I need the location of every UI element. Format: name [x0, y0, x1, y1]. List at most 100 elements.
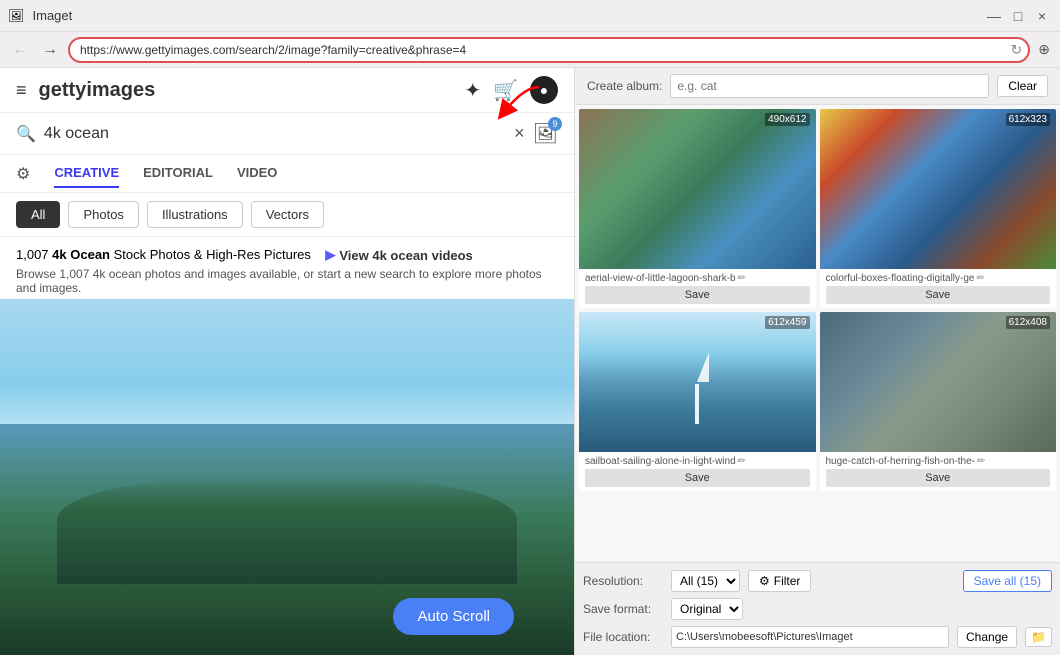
image-info-sailboat: sailboat-sailing-alone-in-light-wind ✏ S… — [579, 452, 816, 491]
tab-video[interactable]: VIDEO — [237, 159, 277, 188]
album-input[interactable] — [670, 74, 989, 98]
format-row: Save format: Original — [583, 595, 1052, 623]
resolution-label: Resolution: — [583, 574, 663, 588]
results-description: Browse 1,007 4k ocean photos and images … — [16, 267, 558, 295]
save-button-colorful[interactable]: Save — [826, 286, 1051, 304]
format-label: Save format: — [583, 602, 663, 616]
filter-icon: ⚙ — [759, 574, 770, 588]
image-dim-sailboat: 612x459 — [765, 316, 809, 329]
video-icon: ▶ — [325, 247, 335, 263]
album-bar: Create album: Clear — [575, 68, 1060, 105]
image-thumbnail-aerial — [579, 109, 816, 269]
hamburger-button[interactable]: ≡ — [16, 80, 27, 101]
cat-photos-button[interactable]: Photos — [68, 201, 138, 228]
cat-illustrations-button[interactable]: Illustrations — [147, 201, 243, 228]
cat-vectors-button[interactable]: Vectors — [251, 201, 324, 228]
refresh-icon: ↻ — [1011, 41, 1023, 58]
image-name-sailboat: sailboat-sailing-alone-in-light-wind ✏ — [585, 456, 810, 467]
change-button[interactable]: Change — [957, 626, 1017, 648]
forward-button[interactable]: → — [38, 39, 62, 61]
filter-icon-button[interactable]: ⚙ — [16, 164, 30, 184]
image-dim-herring: 612x408 — [1006, 316, 1050, 329]
minimize-button[interactable]: — — [984, 6, 1004, 26]
save-all-button[interactable]: Save all (15) — [963, 570, 1052, 592]
folder-button[interactable]: 📁 — [1025, 627, 1052, 647]
left-panel: ≡ gettyimages ✦ 🛒 ● 🔍 — [0, 68, 575, 655]
app-title: Imaget — [33, 8, 976, 23]
results-info: 1,007 4k Ocean Stock Photos & High-Res P… — [0, 237, 574, 299]
cart-button[interactable]: 🛒 — [493, 78, 518, 103]
search-bar: 🔍 × 🖼 9 — [0, 113, 574, 155]
edit-icon: ✏ — [738, 273, 746, 284]
save-button-sailboat[interactable]: Save — [585, 469, 810, 487]
image-search-button[interactable]: 🖼 9 — [533, 121, 558, 146]
results-count-line: 1,007 4k Ocean Stock Photos & High-Res P… — [16, 247, 558, 263]
search-badge: 9 — [548, 117, 562, 131]
image-dim-aerial: 490x612 — [765, 113, 809, 126]
image-card-aerial[interactable]: 490x612 aerial-view-of-little-lagoon-sha… — [579, 109, 816, 308]
resolution-row: Resolution: All (15) ⚙ Filter Save all (… — [583, 567, 1052, 595]
search-icon: 🔍 — [16, 124, 36, 144]
address-bar-container: ↻ — [68, 37, 1030, 63]
save-button-herring[interactable]: Save — [826, 469, 1051, 487]
image-thumbnail-sailboat — [579, 312, 816, 452]
location-label: File location: — [583, 630, 663, 644]
browser-bar: ← → ↻ ⊕ — [0, 32, 1060, 68]
user-button[interactable]: ● — [530, 76, 558, 104]
image-name-colorful: colorful-boxes-floating-digitally-ge ✏ — [826, 273, 1051, 284]
image-card-sailboat[interactable]: 612x459 sailboat-sailing-alone-in-light-… — [579, 312, 816, 491]
image-thumbnail-herring — [820, 312, 1057, 452]
main-layout: ≡ gettyimages ✦ 🛒 ● 🔍 — [0, 68, 1060, 655]
category-bar: All Photos Illustrations Vectors — [0, 193, 574, 237]
cat-all-button[interactable]: All — [16, 201, 60, 228]
edit-icon-herring: ✏ — [977, 456, 985, 467]
maximize-button[interactable]: □ — [1008, 6, 1028, 26]
image-info-colorful: colorful-boxes-floating-digitally-ge ✏ S… — [820, 269, 1057, 308]
image-info-aerial: aerial-view-of-little-lagoon-shark-b ✏ S… — [579, 269, 816, 308]
getty-header: ≡ gettyimages ✦ 🛒 ● — [0, 68, 574, 113]
header-actions: ✦ 🛒 ● — [464, 76, 558, 104]
logo-bold: images — [86, 79, 155, 101]
video-link[interactable]: ▶ View 4k ocean videos — [325, 247, 472, 263]
search-clear-button[interactable]: × — [514, 123, 525, 144]
bottom-controls: Resolution: All (15) ⚙ Filter Save all (… — [575, 562, 1060, 655]
image-card-colorful[interactable]: 612x323 colorful-boxes-floating-digitall… — [820, 109, 1057, 308]
address-bar[interactable] — [68, 37, 1030, 63]
format-select[interactable]: Original — [671, 598, 743, 620]
album-label: Create album: — [587, 79, 662, 93]
main-image-container: Auto Scroll — [0, 299, 574, 655]
tab-creative[interactable]: CREATIVE — [54, 159, 119, 188]
image-name-herring: huge-catch-of-herring-fish-on-the- ✏ — [826, 456, 1051, 467]
getty-logo: gettyimages — [39, 79, 156, 102]
title-bar: 🖼 Imaget — □ × — [0, 0, 1060, 32]
back-button[interactable]: ← — [8, 39, 32, 61]
tab-editorial[interactable]: EDITORIAL — [143, 159, 213, 188]
image-dim-colorful: 612x323 — [1006, 113, 1050, 126]
image-info-herring: huge-catch-of-herring-fish-on-the- ✏ Sav… — [820, 452, 1057, 491]
location-row: File location: Change 📁 — [583, 623, 1052, 651]
clear-button[interactable]: Clear — [997, 75, 1048, 97]
save-button-aerial[interactable]: Save — [585, 286, 810, 304]
image-card-herring[interactable]: 612x408 huge-catch-of-herring-fish-on-th… — [820, 312, 1057, 491]
image-name-aerial: aerial-view-of-little-lagoon-shark-b ✏ — [585, 273, 810, 284]
results-count: 1,007 4k Ocean Stock Photos & High-Res P… — [16, 247, 315, 262]
image-row-2: 612x459 sailboat-sailing-alone-in-light-… — [579, 312, 1056, 491]
resolution-select[interactable]: All (15) — [671, 570, 740, 592]
right-panel: Create album: Clear 490x612 aerial-view-… — [575, 68, 1060, 655]
edit-icon-colorful: ✏ — [976, 273, 984, 284]
image-thumbnail-colorful — [820, 109, 1057, 269]
filter-tabs: ⚙ CREATIVE EDITORIAL VIDEO — [0, 155, 574, 193]
auto-scroll-button[interactable]: Auto Scroll — [393, 598, 514, 635]
filter-button[interactable]: ⚙ Filter — [748, 570, 811, 592]
sparkle-button[interactable]: ✦ — [464, 78, 481, 103]
search-input[interactable] — [44, 125, 506, 143]
edit-icon-sailboat: ✏ — [738, 456, 746, 467]
file-location-input[interactable] — [671, 626, 949, 648]
app-icon: 🖼 — [8, 8, 25, 24]
window-controls: — □ × — [984, 6, 1052, 26]
extension-button[interactable]: ⊕ — [1036, 39, 1052, 60]
logo-light: getty — [39, 79, 87, 101]
image-row-1: 490x612 aerial-view-of-little-lagoon-sha… — [579, 109, 1056, 308]
close-button[interactable]: × — [1032, 6, 1052, 26]
image-grid: 490x612 aerial-view-of-little-lagoon-sha… — [575, 105, 1060, 562]
